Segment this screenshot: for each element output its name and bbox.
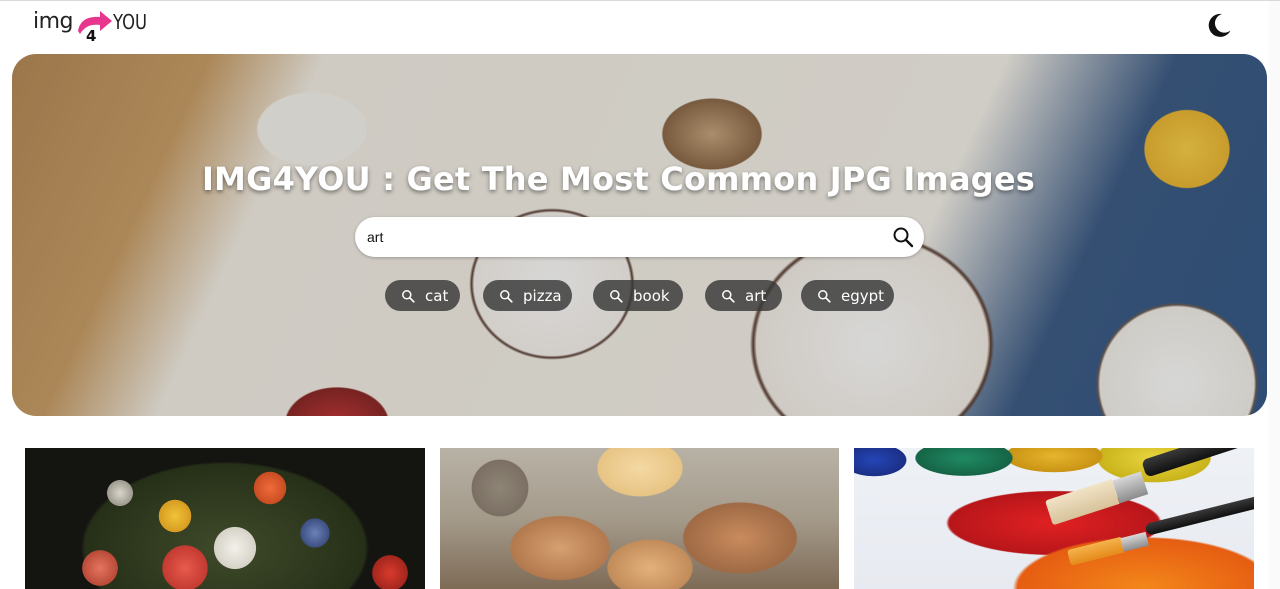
search-bar	[355, 217, 924, 257]
result-image-baroque-fresco[interactable]	[440, 448, 839, 589]
logo-text-img: img	[33, 9, 74, 34]
page-title: IMG4YOU : Get The Most Common JPG Images	[201, 160, 1036, 198]
brush-bristles	[1044, 479, 1120, 526]
search-icon	[610, 289, 623, 303]
chip-label: book	[633, 286, 670, 305]
brush-handle	[1141, 448, 1254, 478]
suggestion-chip-book[interactable]: book	[593, 280, 683, 311]
suggestion-chip-art[interactable]: art	[705, 280, 782, 311]
moon-icon[interactable]	[1206, 12, 1232, 38]
brush-handle	[1144, 495, 1254, 536]
chip-label: cat	[425, 286, 449, 305]
chip-label: art	[745, 286, 767, 305]
suggestion-chip-cat[interactable]: cat	[385, 280, 460, 311]
chip-label: egypt	[841, 286, 885, 305]
logo-text-4: 4	[86, 27, 96, 43]
chip-label: pizza	[523, 286, 562, 305]
suggested-searches: cat pizza book art egypt	[12, 280, 1267, 312]
top-navigation-bar: img 4 YOU	[0, 1, 1280, 53]
search-icon	[722, 289, 735, 303]
result-image-floral-painting[interactable]	[25, 448, 425, 589]
logo-arrow-icon: 4	[74, 7, 114, 45]
search-icon	[818, 289, 831, 303]
suggestion-chip-egypt[interactable]: egypt	[801, 280, 894, 311]
hero-banner: IMG4YOU : Get The Most Common JPG Images…	[12, 54, 1267, 416]
result-image-paint-brushes[interactable]	[854, 448, 1254, 589]
brush-bristles	[1067, 536, 1125, 566]
page: img 4 YOU IMG4YOU : Get The Most Common …	[0, 0, 1280, 589]
search-icon	[402, 289, 415, 303]
search-icon[interactable]	[892, 226, 914, 248]
suggestion-chip-pizza[interactable]: pizza	[483, 280, 572, 311]
logo-text-you: YOU	[113, 10, 148, 34]
search-input[interactable]	[367, 217, 867, 257]
site-logo[interactable]: img 4 YOU	[33, 7, 155, 45]
search-icon	[500, 289, 513, 303]
scrollbar[interactable]	[1269, 1, 1280, 589]
brush-ferrule	[1112, 471, 1149, 504]
brush-ferrule	[1120, 531, 1149, 552]
